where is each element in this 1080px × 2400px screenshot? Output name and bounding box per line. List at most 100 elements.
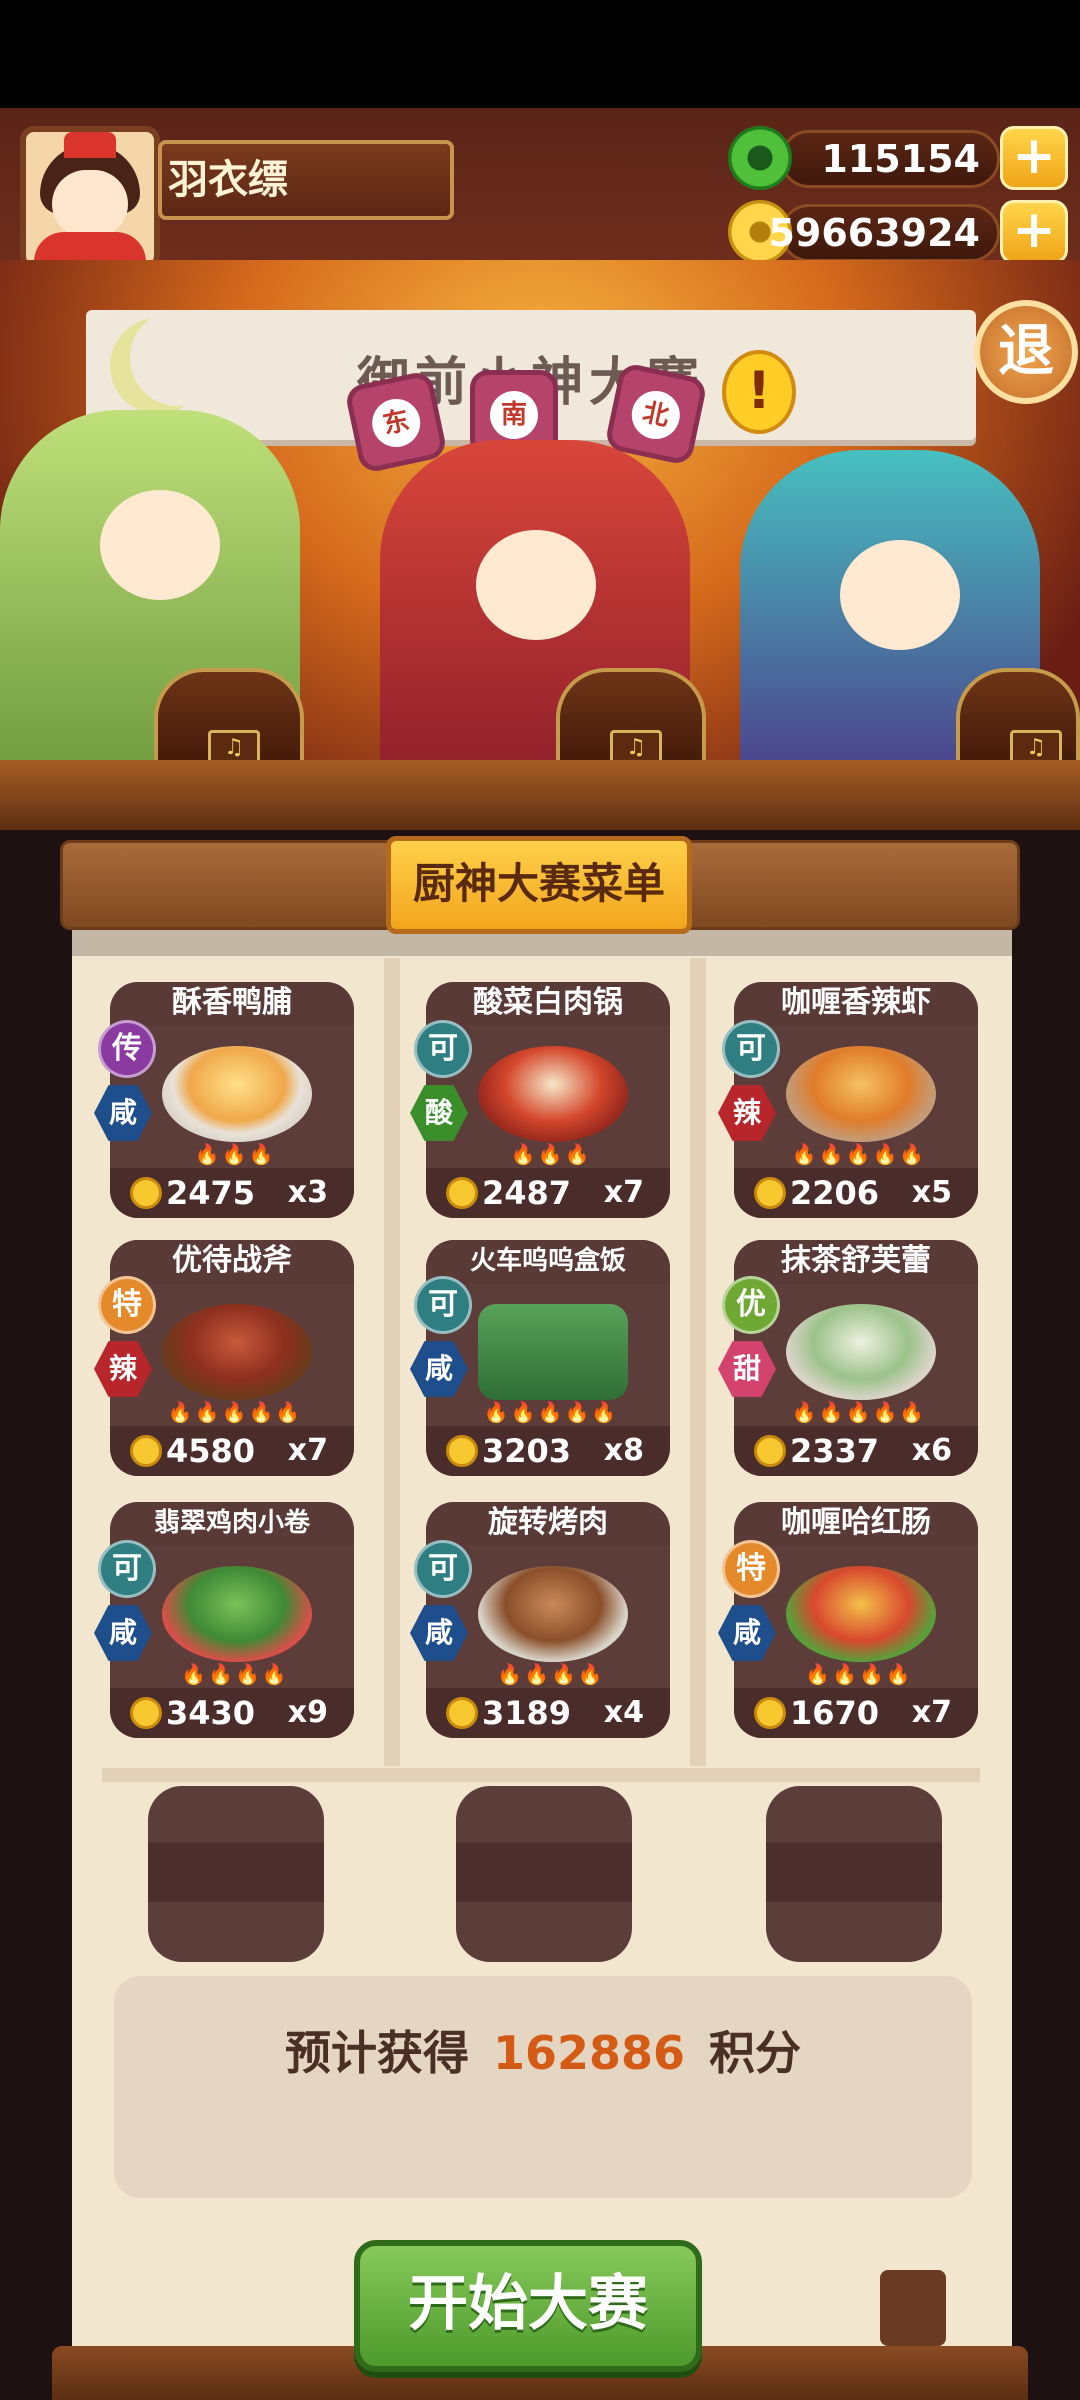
- rank-badge: 可: [414, 1020, 472, 1078]
- jade-coin-icon: [728, 126, 792, 190]
- judge-center-face: [476, 530, 596, 640]
- selected-dish-slot-2[interactable]: [456, 1786, 632, 1962]
- coin-icon: [130, 1177, 162, 1209]
- heat-flames-icon: 🔥🔥🔥🔥: [805, 1662, 913, 1686]
- score-suffix: 积分: [709, 2026, 802, 2080]
- dish-image: [478, 1566, 628, 1662]
- score-value: 162886: [492, 2026, 686, 2080]
- coin-icon: [446, 1435, 478, 1467]
- dish-name: 抹茶舒芙蕾: [781, 1243, 931, 1278]
- dish-card[interactable]: 抹茶舒芙蕾 🔥🔥🔥🔥🔥 2337 x6: [734, 1240, 978, 1476]
- dish-card[interactable]: 酸菜白肉锅 🔥🔥🔥 2487 x7: [426, 982, 670, 1218]
- coin-icon: [446, 1697, 478, 1729]
- dish-price: 1670: [754, 1694, 879, 1732]
- dish-name: 火车呜呜盒饭: [469, 1246, 626, 1276]
- heat-flames-icon: 🔥🔥🔥🔥🔥: [167, 1400, 303, 1424]
- dish-count: x7: [287, 1433, 328, 1468]
- selected-dish-slot-1[interactable]: [148, 1786, 324, 1962]
- dish-price: 3189: [446, 1694, 571, 1732]
- dish-card[interactable]: 咖喱香辣虾 🔥🔥🔥🔥🔥 2206 x5: [734, 982, 978, 1218]
- dice-north-label: 北: [627, 386, 685, 444]
- rank-badge: 可: [414, 1276, 472, 1334]
- dish-price-value: 1670: [790, 1694, 880, 1732]
- coin-icon: [130, 1435, 162, 1467]
- heat-flames-icon: 🔥🔥🔥🔥: [497, 1662, 605, 1686]
- dish-card[interactable]: 旋转烤肉 🔥🔥🔥🔥 3189 x4: [426, 1502, 670, 1738]
- heat-flames-icon: 🔥🔥🔥: [510, 1142, 592, 1166]
- coin-icon: [754, 1177, 786, 1209]
- judge-left-face: [100, 490, 220, 600]
- dish-name: 旋转烤肉: [488, 1505, 608, 1540]
- add-coins-button[interactable]: +: [1000, 200, 1068, 264]
- column-divider: [384, 958, 400, 1766]
- coin-amount: 59663924: [768, 211, 980, 255]
- dish-price-value: 2487: [482, 1174, 572, 1212]
- rank-badge: 特: [98, 1276, 156, 1334]
- dish-image: [162, 1304, 312, 1400]
- dish-image: [478, 1046, 628, 1142]
- dish-price-value: 3203: [482, 1432, 572, 1470]
- heat-flames-icon: 🔥🔥🔥🔥🔥: [483, 1400, 619, 1424]
- jade-amount: 115154: [821, 137, 980, 181]
- dish-card[interactable]: 翡翠鸡肉小卷 🔥🔥🔥🔥 3430 x9: [110, 1502, 354, 1738]
- dice-east: 东: [343, 369, 449, 475]
- dish-name: 翡翠鸡肉小卷: [153, 1508, 310, 1538]
- selected-dish-slot-3[interactable]: [766, 1786, 942, 1962]
- coin-icon: [754, 1697, 786, 1729]
- dish-count: x5: [911, 1175, 952, 1210]
- dish-image: [478, 1304, 628, 1400]
- dish-price: 2475: [130, 1174, 255, 1212]
- start-contest-label: 开始大赛: [408, 2269, 648, 2339]
- info-alert-button[interactable]: !: [722, 350, 796, 434]
- coin-icon: [446, 1177, 478, 1209]
- dish-card[interactable]: 优待战斧 🔥🔥🔥🔥🔥 4580 x7: [110, 1240, 354, 1476]
- stage-ledge: [0, 760, 1080, 830]
- coin-icon: [754, 1435, 786, 1467]
- dish-price: 2487: [446, 1174, 571, 1212]
- dish-count: x9: [287, 1695, 328, 1730]
- dish-image: [162, 1566, 312, 1662]
- heat-flames-icon: 🔥🔥🔥🔥: [181, 1662, 289, 1686]
- dish-name: 咖喱哈红肠: [781, 1505, 931, 1540]
- dish-price: 2337: [754, 1432, 879, 1470]
- add-jade-button[interactable]: +: [1000, 126, 1068, 190]
- dish-count: x8: [603, 1433, 644, 1468]
- dish-image: [786, 1304, 936, 1400]
- heat-flames-icon: 🔥🔥🔥🔥🔥: [791, 1400, 927, 1424]
- dish-price-value: 3189: [482, 1694, 572, 1732]
- avatar-face: [52, 170, 128, 238]
- dish-price: 3430: [130, 1694, 255, 1732]
- column-divider: [690, 958, 706, 1766]
- player-name: 羽衣缥: [168, 157, 288, 203]
- dish-count: x7: [911, 1695, 952, 1730]
- dish-image: [162, 1046, 312, 1142]
- rank-badge: 特: [722, 1540, 780, 1598]
- moon-icon: [130, 310, 226, 406]
- estimated-score: 预计获得 162886 积分: [114, 2018, 972, 2088]
- dish-name: 酸菜白肉锅: [473, 985, 623, 1020]
- menu-title: 厨神大赛菜单: [412, 859, 665, 908]
- exit-button[interactable]: 退: [974, 300, 1078, 404]
- rank-badge: 可: [414, 1540, 472, 1598]
- dish-name: 优待战斧: [172, 1243, 292, 1278]
- dish-count: x6: [911, 1433, 952, 1468]
- dice-east-label: 东: [367, 394, 425, 452]
- player-avatar[interactable]: [20, 126, 160, 270]
- dish-price-value: 2337: [790, 1432, 880, 1470]
- rank-badge: 可: [98, 1540, 156, 1598]
- dish-price-value: 4580: [166, 1432, 256, 1470]
- avatar-hat: [64, 132, 116, 158]
- dish-image: [786, 1566, 936, 1662]
- dish-price-value: 2475: [166, 1174, 256, 1212]
- dish-card[interactable]: 火车呜呜盒饭 🔥🔥🔥🔥🔥 3203 x8: [426, 1240, 670, 1476]
- rank-badge: 可: [722, 1020, 780, 1078]
- dish-card[interactable]: 咖喱哈红肠 🔥🔥🔥🔥 1670 x7: [734, 1502, 978, 1738]
- dish-name: 咖喱香辣虾: [781, 985, 931, 1020]
- dish-card[interactable]: 酥香鸭脯 🔥🔥🔥 2475 x3: [110, 982, 354, 1218]
- dish-name: 酥香鸭脯: [172, 985, 292, 1020]
- heat-flames-icon: 🔥🔥🔥🔥🔥: [791, 1142, 927, 1166]
- dish-price-value: 2206: [790, 1174, 880, 1212]
- dish-price: 2206: [754, 1174, 879, 1212]
- dish-price-value: 3430: [166, 1694, 256, 1732]
- rank-badge: 传: [98, 1020, 156, 1078]
